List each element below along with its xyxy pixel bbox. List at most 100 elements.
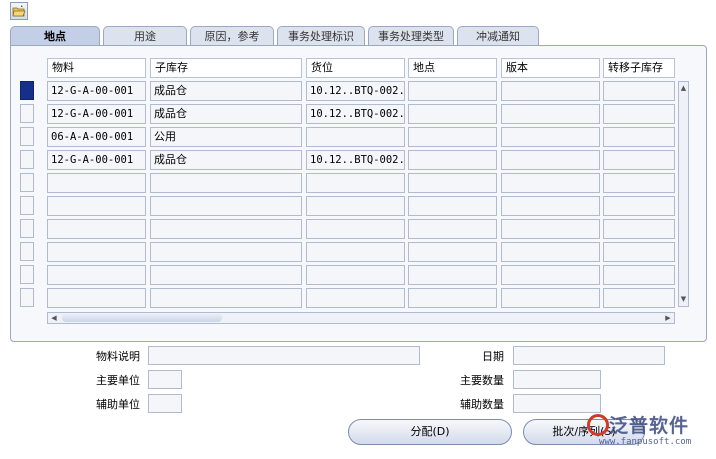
subinventory-cell[interactable] bbox=[150, 288, 302, 308]
locator-cell[interactable] bbox=[306, 265, 405, 285]
row-selector[interactable] bbox=[20, 127, 34, 146]
location-cell[interactable] bbox=[408, 265, 497, 285]
revision-cell[interactable] bbox=[501, 127, 600, 147]
item-cell[interactable] bbox=[47, 242, 146, 262]
locator-cell[interactable] bbox=[306, 196, 405, 216]
item-cell[interactable] bbox=[47, 265, 146, 285]
transfer-subinventory-cell[interactable] bbox=[603, 81, 675, 101]
item-description-label: 物料说明 bbox=[96, 350, 140, 363]
row-selector[interactable] bbox=[20, 242, 34, 261]
revision-cell[interactable] bbox=[501, 288, 600, 308]
revision-cell[interactable] bbox=[501, 104, 600, 124]
subinventory-cell[interactable]: 公用 bbox=[150, 127, 302, 147]
location-cell[interactable] bbox=[408, 127, 497, 147]
row-selector[interactable] bbox=[20, 219, 34, 238]
location-cell[interactable] bbox=[408, 150, 497, 170]
subinventory-cell[interactable] bbox=[150, 265, 302, 285]
revision-cell[interactable] bbox=[501, 173, 600, 193]
subinventory-cell[interactable] bbox=[150, 173, 302, 193]
locator-cell[interactable] bbox=[306, 288, 405, 308]
transfer-subinventory-cell[interactable] bbox=[603, 242, 675, 262]
locator-cell[interactable]: 10.12..BTQ-002. bbox=[306, 150, 405, 170]
scroll-down-arrow-icon[interactable]: ▼ bbox=[679, 294, 688, 305]
locator-cell[interactable] bbox=[306, 219, 405, 239]
location-cell[interactable] bbox=[408, 219, 497, 239]
transfer-subinventory-cell[interactable] bbox=[603, 173, 675, 193]
revision-cell[interactable] bbox=[501, 242, 600, 262]
transfer-subinventory-cell[interactable] bbox=[603, 127, 675, 147]
row-selector[interactable] bbox=[20, 81, 34, 100]
primary-uom-label: 主要单位 bbox=[96, 374, 140, 387]
item-cell[interactable]: 12-G-A-00-001 bbox=[47, 81, 146, 101]
locator-cell[interactable]: 10.12..BTQ-002. bbox=[306, 104, 405, 124]
column-header-revision: 版本 bbox=[501, 58, 600, 78]
tab-transaction-id[interactable]: 事务处理标识 bbox=[277, 26, 365, 46]
transfer-subinventory-cell[interactable] bbox=[603, 288, 675, 308]
locator-cell[interactable] bbox=[306, 173, 405, 193]
scroll-left-arrow-icon[interactable]: ◀ bbox=[49, 313, 59, 323]
secondary-uom-label: 辅助单位 bbox=[96, 398, 140, 411]
primary-quantity-field[interactable] bbox=[513, 370, 601, 389]
watermark-url: www.fanpusoft.com bbox=[599, 437, 692, 447]
location-cell[interactable] bbox=[408, 173, 497, 193]
tab-reason-reference[interactable]: 原因，参考 bbox=[190, 26, 274, 46]
date-label: 日期 bbox=[482, 350, 504, 363]
location-cell[interactable] bbox=[408, 288, 497, 308]
tab-backflush-notice[interactable]: 冲减通知 bbox=[457, 26, 539, 46]
item-cell[interactable]: 06-A-A-00-001 bbox=[47, 127, 146, 147]
primary-uom-field[interactable] bbox=[148, 370, 182, 389]
tab-location[interactable]: 地点 bbox=[10, 26, 100, 47]
row-selector[interactable] bbox=[20, 288, 34, 307]
revision-cell[interactable] bbox=[501, 150, 600, 170]
locator-cell[interactable] bbox=[306, 127, 405, 147]
location-cell[interactable] bbox=[408, 81, 497, 101]
row-selector[interactable] bbox=[20, 265, 34, 284]
distribute-button[interactable]: 分配(D) bbox=[348, 419, 512, 445]
transfer-subinventory-cell[interactable] bbox=[603, 219, 675, 239]
scroll-up-arrow-icon[interactable]: ▲ bbox=[679, 83, 688, 94]
transfer-subinventory-cell[interactable] bbox=[603, 265, 675, 285]
locator-cell[interactable] bbox=[306, 242, 405, 262]
locator-cell[interactable]: 10.12..BTQ-002. bbox=[306, 81, 405, 101]
item-cell[interactable] bbox=[47, 288, 146, 308]
secondary-uom-field[interactable] bbox=[148, 394, 182, 413]
item-cell[interactable]: 12-G-A-00-001 bbox=[47, 150, 146, 170]
location-cell[interactable] bbox=[408, 196, 497, 216]
date-field[interactable] bbox=[513, 346, 665, 365]
transfer-subinventory-cell[interactable] bbox=[603, 150, 675, 170]
open-folder-icon[interactable] bbox=[10, 2, 28, 20]
revision-cell[interactable] bbox=[501, 81, 600, 101]
row-selector[interactable] bbox=[20, 104, 34, 123]
item-description-field[interactable] bbox=[148, 346, 420, 365]
subinventory-cell[interactable]: 成品仓 bbox=[150, 81, 302, 101]
subinventory-cell[interactable]: 成品仓 bbox=[150, 104, 302, 124]
row-selector[interactable] bbox=[20, 196, 34, 215]
row-selector[interactable] bbox=[20, 150, 34, 169]
transfer-subinventory-cell[interactable] bbox=[603, 196, 675, 216]
scroll-right-arrow-icon[interactable]: ▶ bbox=[663, 313, 673, 323]
row-selector[interactable] bbox=[20, 173, 34, 192]
revision-cell[interactable] bbox=[501, 219, 600, 239]
selected-text: 12-G-A-00-001 bbox=[51, 85, 134, 97]
subinventory-cell[interactable]: 成品仓 bbox=[150, 150, 302, 170]
revision-cell[interactable] bbox=[501, 196, 600, 216]
location-cell[interactable] bbox=[408, 242, 497, 262]
horizontal-scroll-thumb[interactable] bbox=[62, 314, 222, 322]
tab-usage[interactable]: 用途 bbox=[103, 26, 187, 46]
horizontal-scrollbar[interactable]: ◀ ▶ bbox=[47, 312, 675, 324]
vertical-scrollbar[interactable]: ▲ ▼ bbox=[678, 81, 689, 307]
tab-transaction-type[interactable]: 事务处理类型 bbox=[368, 26, 454, 46]
fanpu-logo-icon bbox=[587, 414, 609, 436]
subinventory-cell[interactable] bbox=[150, 196, 302, 216]
subinventory-cell[interactable] bbox=[150, 219, 302, 239]
item-cell[interactable] bbox=[47, 196, 146, 216]
location-cell[interactable] bbox=[408, 104, 497, 124]
subinventory-cell[interactable] bbox=[150, 242, 302, 262]
item-cell[interactable] bbox=[47, 173, 146, 193]
item-cell[interactable] bbox=[47, 219, 146, 239]
item-cell[interactable]: 12-G-A-00-001 bbox=[47, 104, 146, 124]
toolbar bbox=[0, 0, 716, 22]
revision-cell[interactable] bbox=[501, 265, 600, 285]
column-header-location: 地点 bbox=[408, 58, 497, 78]
transfer-subinventory-cell[interactable] bbox=[603, 104, 675, 124]
